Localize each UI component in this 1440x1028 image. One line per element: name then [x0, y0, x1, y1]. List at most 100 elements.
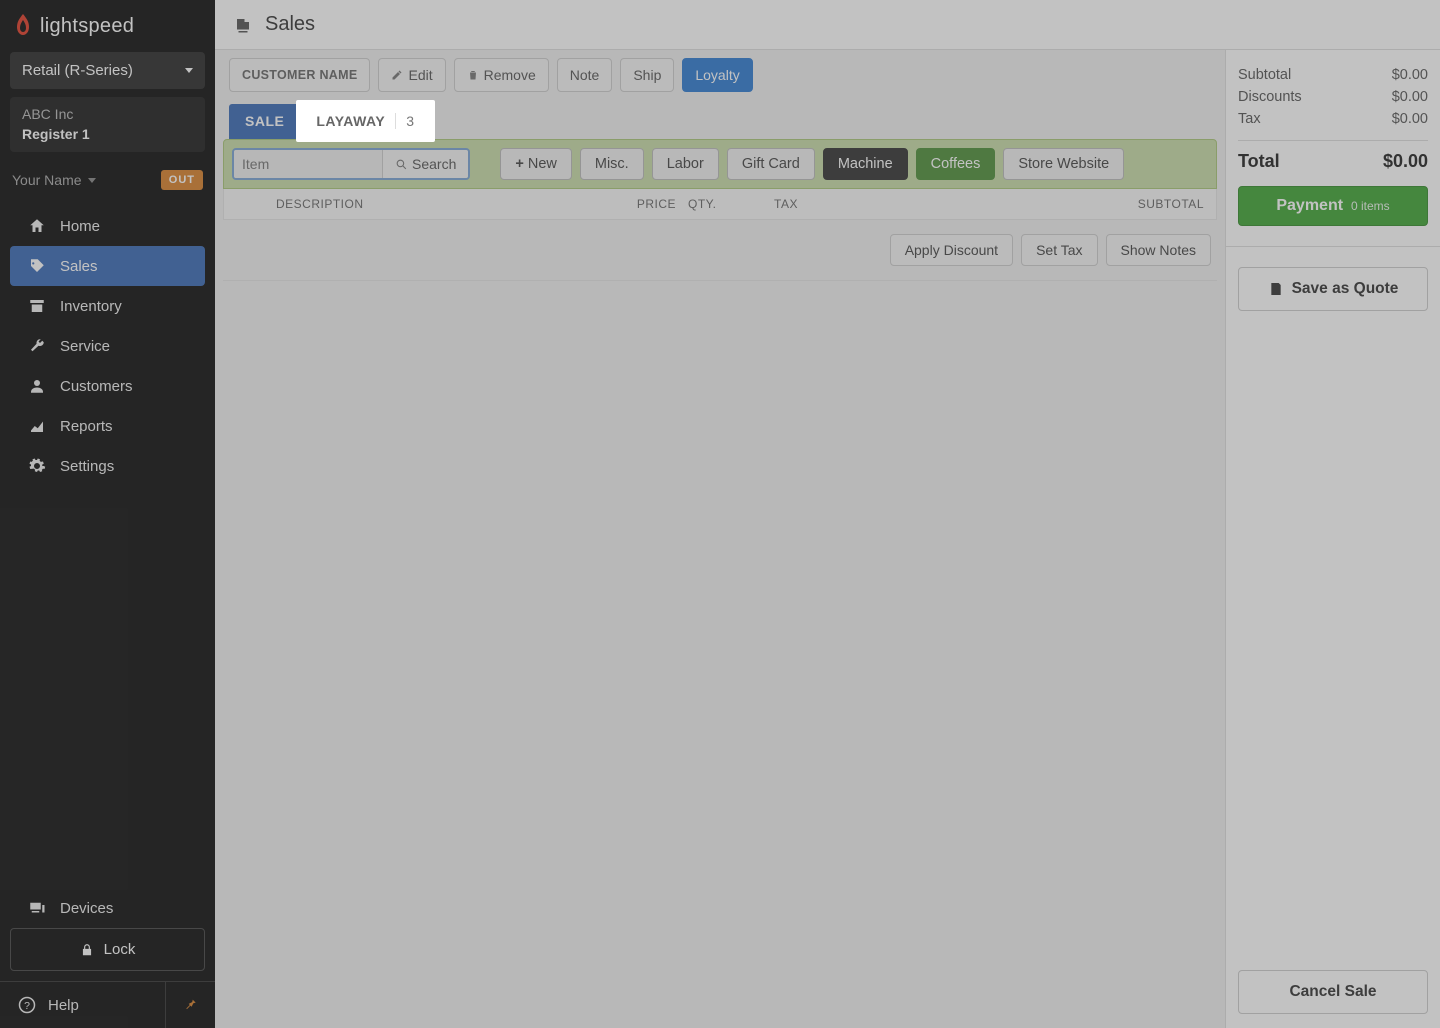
item-bar: Search + New Misc. Labor Gift Card Machi… — [223, 139, 1217, 189]
tab-sale[interactable]: SALE — [229, 104, 300, 139]
sidebar: lightspeed Retail (R-Series) ABC Inc Reg… — [0, 0, 215, 1028]
nav-sales[interactable]: Sales — [10, 246, 205, 286]
chevron-down-icon — [185, 68, 193, 73]
total-value: $0.00 — [1383, 151, 1428, 172]
center-panel: CUSTOMER NAME Edit Remove Note Ship Loya… — [215, 50, 1225, 1028]
quick-coffees[interactable]: Coffees — [916, 148, 996, 180]
nav-label: Sales — [60, 258, 98, 275]
home-icon — [28, 217, 46, 235]
pin-button[interactable] — [165, 982, 215, 1028]
nav-reports[interactable]: Reports — [10, 406, 205, 446]
tab-layaway-label: LAYAWAY — [317, 114, 386, 130]
brand-text: lightspeed — [40, 15, 134, 38]
edit-button[interactable]: Edit — [378, 58, 445, 92]
archive-icon — [28, 297, 46, 315]
user-row: Your Name OUT — [0, 158, 215, 202]
discounts-label: Discounts — [1238, 89, 1302, 105]
company-name: ABC Inc — [22, 105, 193, 125]
cancel-sale-button[interactable]: Cancel Sale — [1238, 970, 1428, 1014]
remove-label: Remove — [484, 67, 536, 83]
nav-label: Reports — [60, 418, 113, 435]
nav-customers[interactable]: Customers — [10, 366, 205, 406]
quick-machine[interactable]: Machine — [823, 148, 908, 180]
total-label: Total — [1238, 151, 1280, 172]
search-icon — [395, 158, 408, 171]
divider — [1238, 140, 1428, 141]
divider — [1226, 246, 1440, 247]
main: Sales CUSTOMER NAME Edit Remove Note Shi… — [215, 0, 1440, 1028]
note-button[interactable]: Note — [557, 58, 613, 92]
trash-icon — [467, 69, 479, 81]
th-price: PRICE — [596, 197, 676, 211]
user-menu[interactable]: Your Name — [12, 172, 96, 188]
tax-label: Tax — [1238, 111, 1261, 127]
remove-button[interactable]: Remove — [454, 58, 549, 92]
tab-layaway[interactable]: LAYAWAY 3 — [300, 104, 432, 139]
help-label: Help — [48, 997, 79, 1014]
nav-label: Home — [60, 218, 100, 235]
set-tax-button[interactable]: Set Tax — [1021, 234, 1097, 266]
ship-button[interactable]: Ship — [620, 58, 674, 92]
table-header: DESCRIPTION PRICE QTY. TAX SUBTOTAL — [223, 189, 1217, 220]
register-name: Register 1 — [22, 125, 193, 145]
save-quote-button[interactable]: Save as Quote — [1238, 267, 1428, 311]
lock-button[interactable]: Lock — [10, 928, 205, 971]
nav-inventory[interactable]: Inventory — [10, 286, 205, 326]
summary-total: Total $0.00 — [1238, 151, 1428, 172]
th-qty: QTY. — [676, 197, 736, 211]
nav-home[interactable]: Home — [10, 206, 205, 246]
payment-button[interactable]: Payment 0 items — [1238, 186, 1428, 226]
nav-label: Customers — [60, 378, 133, 395]
search-button[interactable]: Search — [382, 150, 468, 178]
new-button[interactable]: + New — [500, 148, 572, 180]
chart-icon — [28, 417, 46, 435]
summary-subtotal: Subtotal $0.00 — [1238, 64, 1428, 86]
logo: lightspeed — [0, 0, 215, 48]
nav-devices[interactable]: Devices — [10, 888, 205, 928]
register-info[interactable]: ABC Inc Register 1 — [10, 97, 205, 152]
customer-bar: CUSTOMER NAME Edit Remove Note Ship Loya… — [223, 58, 1217, 92]
help-button[interactable]: ? Help — [0, 982, 165, 1028]
loyalty-button[interactable]: Loyalty — [682, 58, 752, 92]
page-title: Sales — [265, 13, 315, 36]
item-search-group: Search — [232, 148, 470, 180]
lock-label: Lock — [104, 941, 136, 958]
user-icon — [28, 377, 46, 395]
item-input[interactable] — [234, 150, 382, 178]
flame-icon — [12, 14, 34, 38]
customer-name-button[interactable]: CUSTOMER NAME — [229, 58, 370, 92]
topbar: Sales — [215, 0, 1440, 50]
quick-labor[interactable]: Labor — [652, 148, 719, 180]
store-selector[interactable]: Retail (R-Series) — [10, 52, 205, 89]
tax-value: $0.00 — [1392, 111, 1428, 127]
register-icon — [233, 16, 253, 34]
devices-icon — [28, 899, 46, 917]
wrench-icon — [28, 337, 46, 355]
summary-discounts: Discounts $0.00 — [1238, 86, 1428, 108]
summary-tax: Tax $0.00 — [1238, 108, 1428, 130]
help-icon: ? — [18, 996, 36, 1014]
quick-gift[interactable]: Gift Card — [727, 148, 815, 180]
svg-text:?: ? — [24, 1000, 30, 1012]
nav-service[interactable]: Service — [10, 326, 205, 366]
clock-out-badge[interactable]: OUT — [161, 170, 203, 190]
show-notes-button[interactable]: Show Notes — [1106, 234, 1211, 266]
tag-icon — [28, 257, 46, 275]
payment-label: Payment — [1276, 197, 1343, 214]
store-selector-label: Retail (R-Series) — [22, 62, 133, 79]
quote-icon — [1268, 281, 1284, 297]
user-name-label: Your Name — [12, 172, 82, 188]
summary-panel: Subtotal $0.00 Discounts $0.00 Tax $0.00… — [1225, 50, 1440, 1028]
apply-discount-button[interactable]: Apply Discount — [890, 234, 1013, 266]
discounts-value: $0.00 — [1392, 89, 1428, 105]
pin-icon — [184, 996, 198, 1014]
th-tax: TAX — [736, 197, 836, 211]
save-quote-label: Save as Quote — [1292, 280, 1399, 298]
subtotal-label: Subtotal — [1238, 67, 1291, 83]
new-label: New — [528, 156, 557, 172]
th-description: DESCRIPTION — [236, 197, 596, 211]
quick-website[interactable]: Store Website — [1003, 148, 1124, 180]
quick-misc[interactable]: Misc. — [580, 148, 644, 180]
nav-settings[interactable]: Settings — [10, 446, 205, 486]
nav-label: Devices — [60, 900, 113, 917]
